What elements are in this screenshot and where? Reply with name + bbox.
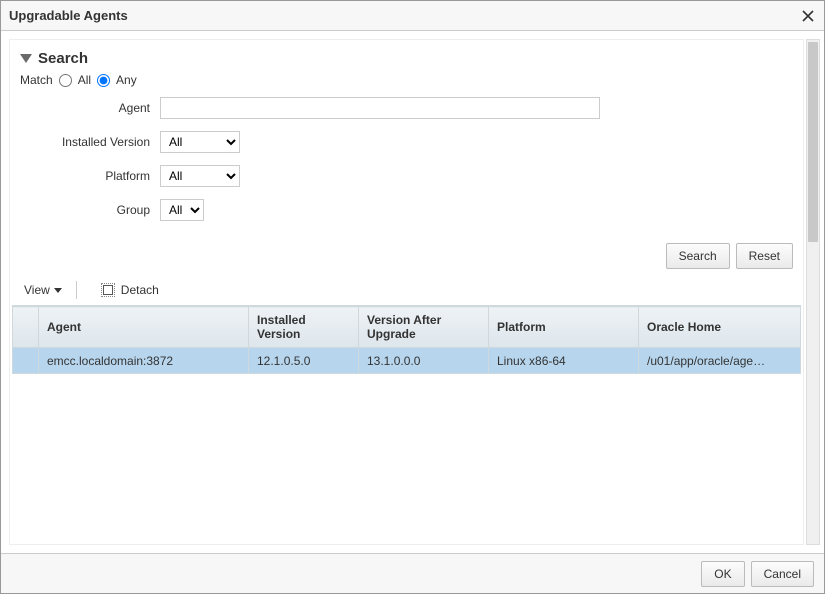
agent-label: Agent [20, 101, 160, 115]
content-panel: Search Match All Any Agent Installed Ver… [9, 39, 804, 545]
installed-version-label: Installed Version [20, 135, 160, 149]
col-oracle-home[interactable]: Oracle Home [639, 307, 801, 348]
group-select[interactable]: All [160, 199, 204, 221]
search-header[interactable]: Search [20, 50, 793, 67]
cell-installed-version: 12.1.0.5.0 [249, 348, 359, 374]
view-label: View [24, 283, 50, 297]
dialog-body: Search Match All Any Agent Installed Ver… [1, 31, 824, 553]
platform-row: Platform All [20, 165, 793, 187]
installed-version-select[interactable]: All [160, 131, 240, 153]
cell-version-after-upgrade: 13.1.0.0.0 [359, 348, 489, 374]
search-button[interactable]: Search [666, 243, 730, 269]
agents-table: Agent Installed Version Version After Up… [12, 306, 801, 374]
match-all-label: All [78, 73, 91, 87]
close-icon[interactable] [800, 8, 816, 24]
detach-label: Detach [121, 283, 159, 297]
titlebar: Upgradable Agents [1, 1, 824, 31]
ok-button[interactable]: OK [701, 561, 744, 587]
search-button-bar: Search Reset [10, 239, 803, 277]
search-title: Search [38, 50, 88, 67]
scrollbar-thumb[interactable] [808, 42, 818, 242]
agent-row: Agent [20, 97, 793, 119]
cell-oracle-home: /u01/app/oracle/age… [639, 348, 801, 374]
col-version-after-upgrade[interactable]: Version After Upgrade [359, 307, 489, 348]
col-agent[interactable]: Agent [39, 307, 249, 348]
collapse-icon [20, 54, 32, 63]
dialog: Upgradable Agents Search Match All Any [0, 0, 825, 594]
table-header-row: Agent Installed Version Version After Up… [13, 307, 801, 348]
cancel-button[interactable]: Cancel [751, 561, 814, 587]
col-select [13, 307, 39, 348]
row-select-cell[interactable] [13, 348, 39, 374]
cell-agent: emcc.localdomain:3872 [39, 348, 249, 374]
match-any-radio[interactable] [97, 74, 110, 87]
match-any-label: Any [116, 73, 137, 87]
agent-input[interactable] [160, 97, 600, 119]
table-row[interactable]: emcc.localdomain:3872 12.1.0.5.0 13.1.0.… [13, 348, 801, 374]
col-installed-version[interactable]: Installed Version [249, 307, 359, 348]
platform-select[interactable]: All [160, 165, 240, 187]
detach-icon [101, 283, 115, 297]
group-row: Group All [20, 199, 793, 221]
detach-button[interactable]: Detach [97, 281, 163, 299]
vertical-scrollbar[interactable] [806, 39, 820, 545]
installed-version-row: Installed Version All [20, 131, 793, 153]
view-menu[interactable]: View [20, 281, 66, 299]
table-wrap: Agent Installed Version Version After Up… [12, 305, 801, 540]
match-label: Match [20, 73, 53, 87]
group-label: Group [20, 203, 160, 217]
platform-label: Platform [20, 169, 160, 183]
match-row: Match All Any [20, 73, 793, 87]
reset-button[interactable]: Reset [736, 243, 793, 269]
search-panel: Search Match All Any Agent Installed Ver… [10, 40, 803, 239]
match-all-radio[interactable] [59, 74, 72, 87]
table-toolbar: View Detach [10, 277, 803, 305]
cell-platform: Linux x86-64 [489, 348, 639, 374]
separator [76, 281, 77, 299]
chevron-down-icon [54, 288, 62, 293]
col-platform[interactable]: Platform [489, 307, 639, 348]
dialog-title: Upgradable Agents [9, 8, 800, 23]
dialog-footer: OK Cancel [1, 553, 824, 593]
